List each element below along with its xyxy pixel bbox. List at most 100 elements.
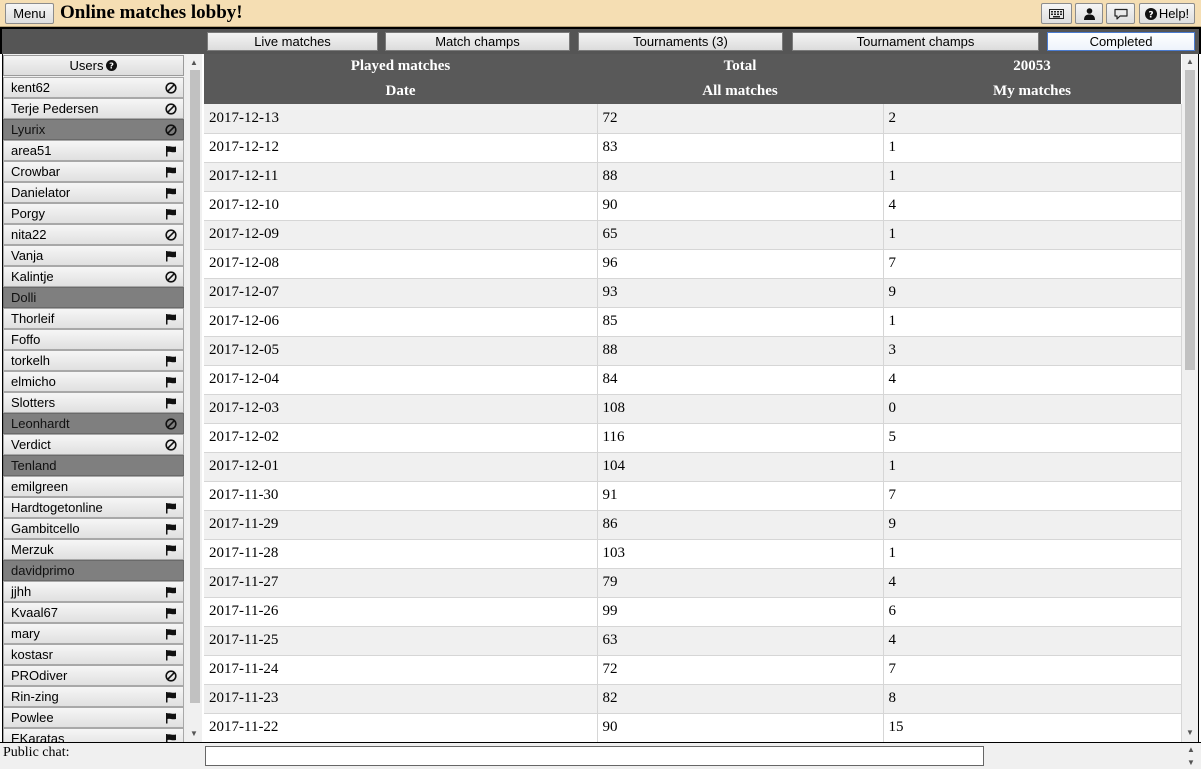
tab-live-matches[interactable]: Live matches — [207, 32, 378, 51]
scroll-down-icon[interactable]: ▼ — [190, 729, 198, 739]
flag-icon — [165, 208, 177, 220]
stats-table-wrap: Played matches Total 20053 Date All matc… — [204, 54, 1182, 742]
header-total: Total — [597, 54, 883, 79]
user-list-item[interactable]: Slotters — [3, 392, 184, 413]
user-list-item[interactable]: Verdict — [3, 434, 184, 455]
user-list-item[interactable]: elmicho — [3, 371, 184, 392]
cell-my-matches: 9 — [883, 278, 1182, 308]
user-list-item[interactable]: Hardtogetonline — [3, 497, 184, 518]
public-chat-input[interactable] — [205, 746, 984, 766]
users-scroll-thumb[interactable] — [190, 70, 200, 703]
users-list: kent62 Terje Pedersen Lyurix area51 Crowbar D… — [3, 77, 184, 749]
user-list-item[interactable]: Lyurix — [3, 119, 184, 140]
user-list-item[interactable]: Terje Pedersen — [3, 98, 184, 119]
user-list-item[interactable]: Thorleif — [3, 308, 184, 329]
cell-my-matches: 1 — [883, 162, 1182, 192]
help-button[interactable]: ? Help! — [1139, 3, 1195, 24]
user-name: Danielator — [11, 185, 71, 200]
user-list-item[interactable]: Crowbar — [3, 161, 184, 182]
public-chat-label: Public chat: — [3, 745, 70, 760]
help-label: Help! — [1158, 6, 1190, 21]
user-name: area51 — [11, 143, 52, 158]
tab-completed[interactable]: Completed — [1047, 32, 1195, 51]
user-list-item[interactable]: mary — [3, 623, 184, 644]
user-list-item[interactable]: nita22 — [3, 224, 184, 245]
chat-bubble-icon — [1113, 8, 1128, 20]
chat-button[interactable] — [1106, 3, 1135, 24]
tab-tournaments[interactable]: Tournaments (3) — [578, 32, 783, 51]
scroll-down-icon[interactable]: ▼ — [1186, 728, 1194, 738]
tab-match-champs[interactable]: Match champs — [385, 32, 570, 51]
cell-my-matches: 1 — [883, 133, 1182, 163]
menu-button[interactable]: Menu — [5, 3, 54, 24]
cell-my-matches: 3 — [883, 336, 1182, 366]
cell-date: 2017-12-13 — [204, 104, 598, 134]
cell-all-matches: 63 — [597, 626, 884, 656]
column-header-my-matches: My matches — [883, 79, 1181, 104]
user-list-item[interactable]: Tenland — [3, 455, 184, 476]
header-played-matches: Played matches — [204, 54, 597, 79]
users-panel: Users ? kent62 Terje Pedersen Lyurix area51… — [2, 54, 202, 749]
table-row: 2017-11-23 82 8 — [204, 684, 1182, 714]
scroll-up-icon[interactable]: ▲ — [190, 58, 198, 68]
user-profile-button[interactable] — [1075, 3, 1103, 24]
top-bar: Menu Online matches lobby! ? Help! — [0, 0, 1201, 27]
table-row: 2017-12-10 90 4 — [204, 191, 1182, 221]
cell-date: 2017-12-07 — [204, 278, 598, 308]
user-name: davidprimo — [11, 563, 75, 578]
users-scrollbar[interactable]: ▲ ▼ — [187, 56, 202, 740]
user-list-item[interactable]: area51 — [3, 140, 184, 161]
table-row: 2017-12-11 88 1 — [204, 162, 1182, 192]
user-list-item[interactable]: Merzuk — [3, 539, 184, 560]
user-list-item[interactable]: kostasr — [3, 644, 184, 665]
user-name: Leonhardt — [11, 416, 70, 431]
cell-all-matches: 91 — [597, 481, 884, 511]
cell-all-matches: 90 — [597, 191, 884, 221]
keyboard-button[interactable] — [1041, 3, 1072, 24]
scroll-up-icon[interactable]: ▲ — [1187, 745, 1195, 755]
user-name: kent62 — [11, 80, 51, 95]
scroll-down-icon[interactable]: ▼ — [1187, 758, 1195, 768]
user-list-item[interactable]: Vanja — [3, 245, 184, 266]
user-list-item[interactable]: kent62 — [3, 77, 184, 98]
cell-my-matches: 4 — [883, 191, 1182, 221]
chat-bar: Public chat: ▲ ▼ — [0, 742, 1201, 769]
cell-all-matches: 72 — [597, 655, 884, 685]
user-list-item[interactable]: torkelh — [3, 350, 184, 371]
user-list-item[interactable]: emilgreen — [3, 476, 184, 497]
cell-date: 2017-12-06 — [204, 307, 598, 337]
cell-all-matches: 83 — [597, 133, 884, 163]
main-scroll-thumb[interactable] — [1185, 70, 1195, 370]
chat-scrollbar[interactable]: ▲ ▼ — [1183, 744, 1199, 769]
flag-icon — [165, 376, 177, 388]
table-row: 2017-11-24 72 7 — [204, 655, 1182, 685]
cell-all-matches: 86 — [597, 510, 884, 540]
flag-icon — [165, 523, 177, 535]
user-list-item[interactable]: PROdiver — [3, 665, 184, 686]
cell-all-matches: 82 — [597, 684, 884, 714]
user-list-item[interactable]: Porgy — [3, 203, 184, 224]
user-name: Dolli — [11, 290, 37, 305]
user-list-item[interactable]: jjhh — [3, 581, 184, 602]
scroll-up-icon[interactable]: ▲ — [1186, 57, 1194, 67]
user-list-item[interactable]: Foffo — [3, 329, 184, 350]
cell-my-matches: 7 — [883, 655, 1182, 685]
user-list-item[interactable]: Danielator — [3, 182, 184, 203]
user-list-item[interactable]: Powlee — [3, 707, 184, 728]
user-list-item[interactable]: Leonhardt — [3, 413, 184, 434]
user-name: Powlee — [11, 710, 54, 725]
user-list-item[interactable]: Kvaal67 — [3, 602, 184, 623]
keyboard-icon — [1049, 8, 1064, 19]
cell-date: 2017-11-24 — [204, 655, 598, 685]
user-list-item[interactable]: Dolli — [3, 287, 184, 308]
tab-tournament-champs[interactable]: Tournament champs — [792, 32, 1039, 51]
main-scrollbar[interactable]: ▲ ▼ — [1182, 54, 1198, 742]
users-header[interactable]: Users ? — [3, 55, 184, 76]
cell-date: 2017-12-02 — [204, 423, 598, 453]
cell-my-matches: 1 — [883, 452, 1182, 482]
user-list-item[interactable]: Gambitcello — [3, 518, 184, 539]
user-list-item[interactable]: Kalintje — [3, 266, 184, 287]
user-list-item[interactable]: davidprimo — [3, 560, 184, 581]
flag-icon — [165, 145, 177, 157]
user-list-item[interactable]: Rin-zing — [3, 686, 184, 707]
